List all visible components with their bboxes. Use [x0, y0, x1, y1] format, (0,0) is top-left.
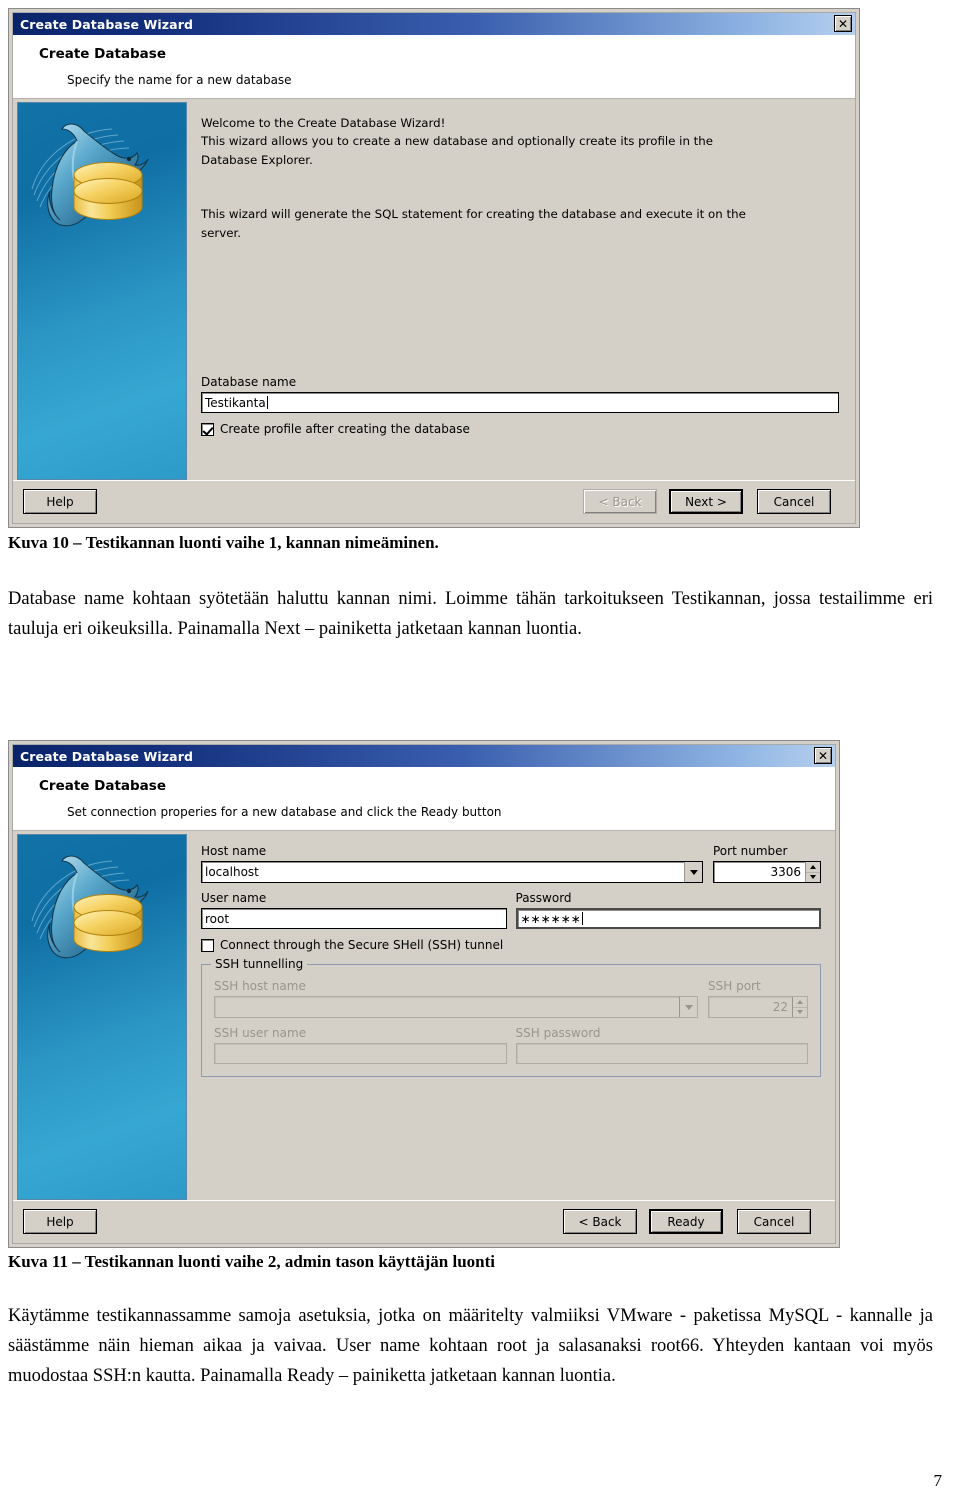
- welcome-message: Welcome to the Create Database Wizard! T…: [201, 116, 746, 240]
- dialog-inner-frame-2: Create Database Wizard ✕ Create Database…: [12, 744, 836, 1244]
- ssh-host-name-label: SSH host name: [214, 979, 306, 993]
- chevron-down-icon[interactable]: [684, 862, 702, 882]
- user-name-input[interactable]: root: [201, 908, 507, 929]
- create-database-wizard-dialog-step1[interactable]: Create Database Wizard ✕ Create Database…: [8, 8, 860, 528]
- cancel-button-label: Cancel: [773, 494, 815, 509]
- spinner-down-icon[interactable]: [806, 871, 820, 882]
- port-spinner-buttons[interactable]: [805, 862, 820, 882]
- wizard-footer-2: Help < Back Ready Cancel: [13, 1200, 835, 1243]
- database-name-value: Testikanta: [205, 395, 266, 410]
- dialog-inner-frame: Create Database Wizard ✕ Create Database…: [12, 12, 856, 524]
- ready-button[interactable]: Ready: [649, 1209, 723, 1234]
- page-title-2: Create Database: [39, 778, 166, 794]
- password-value: ∗∗∗∗∗∗: [520, 911, 581, 926]
- wizard-header: Create Database Specify the name for a n…: [13, 35, 855, 99]
- ssh-tunnelling-group: SSH tunnelling SSH host name SSH port 22…: [201, 957, 821, 1077]
- help-button-label-2: Help: [46, 1214, 74, 1229]
- ssh-user-name-input[interactable]: [214, 1043, 507, 1064]
- close-icon[interactable]: ✕: [834, 15, 852, 32]
- back-button-label: < Back: [598, 494, 642, 509]
- ssh-port-stepper[interactable]: 22: [708, 996, 808, 1018]
- wizard-content-2: Host name localhost Port number 3306 Use…: [187, 834, 831, 1200]
- wizard-footer: Help < Back Next > Cancel: [13, 480, 855, 523]
- ready-button-label: Ready: [667, 1214, 705, 1229]
- back-button-2[interactable]: < Back: [563, 1209, 637, 1234]
- host-name-value: localhost: [205, 865, 259, 879]
- user-name-label: User name: [201, 891, 267, 905]
- ssh-host-name-combobox[interactable]: [214, 996, 698, 1018]
- spinner-up-icon[interactable]: [806, 862, 820, 872]
- create-profile-checkbox-row[interactable]: Create profile after creating the databa…: [201, 422, 839, 436]
- figure2-paragraph: Käytämme testikannassamme samoja asetuks…: [8, 1306, 933, 1386]
- page-title: Create Database: [39, 46, 166, 62]
- figure2-caption: Kuva 11 – Testikannan luonti vaihe 2, ad…: [8, 1252, 495, 1271]
- wizard-content: Welcome to the Create Database Wizard! T…: [187, 102, 851, 480]
- ssh-tunnelling-group-title: SSH tunnelling: [211, 957, 308, 971]
- port-number-value: 3306: [770, 865, 801, 879]
- ssh-user-name-label: SSH user name: [214, 1026, 307, 1040]
- titlebar-2[interactable]: Create Database Wizard ✕: [13, 745, 835, 767]
- ssh-password-label: SSH password: [515, 1026, 601, 1040]
- help-button[interactable]: Help: [23, 489, 97, 514]
- cancel-button-label-2: Cancel: [753, 1214, 795, 1229]
- page-number: 7: [933, 1471, 943, 1490]
- window-title: Create Database Wizard: [20, 16, 194, 32]
- ssh-spinner-down-icon[interactable]: [793, 1006, 807, 1017]
- database-name-label: Database name: [201, 375, 297, 389]
- ssh-tunnel-checkbox[interactable]: [201, 938, 214, 952]
- host-name-combobox[interactable]: localhost: [201, 861, 703, 883]
- page-subtitle: Specify the name for a new database: [67, 73, 292, 87]
- help-button-2[interactable]: Help: [23, 1209, 97, 1234]
- port-number-stepper[interactable]: 3306: [713, 861, 821, 883]
- create-profile-label: Create profile after creating the databa…: [220, 422, 470, 436]
- wizard-body-2: Host name localhost Port number 3306 Use…: [13, 831, 835, 1200]
- close-icon-2[interactable]: ✕: [814, 747, 832, 764]
- wizard-sidebar-artwork-2: [17, 834, 187, 1200]
- host-name-label: Host name: [201, 844, 267, 858]
- cancel-button[interactable]: Cancel: [757, 489, 831, 514]
- wizard-header-2: Create Database Set connection properies…: [13, 767, 835, 831]
- database-name-input[interactable]: Testikanta: [201, 392, 839, 413]
- help-button-label: Help: [46, 494, 74, 509]
- text-caret: [266, 396, 268, 409]
- create-database-wizard-dialog-step2[interactable]: Create Database Wizard ✕ Create Database…: [8, 740, 840, 1248]
- chevron-down-icon-ssh[interactable]: [679, 997, 697, 1017]
- ssh-port-value: 22: [772, 1000, 788, 1014]
- wizard-sidebar-artwork: [17, 102, 187, 480]
- next-button-label: Next >: [685, 494, 727, 509]
- mysql-dolphin-database-icon: [31, 123, 149, 227]
- window-title-2: Create Database Wizard: [20, 748, 194, 764]
- ssh-spinner-up-icon[interactable]: [793, 997, 807, 1007]
- ssh-host-name-value: [215, 997, 679, 1017]
- next-button[interactable]: Next >: [669, 489, 743, 514]
- figure1-caption: Kuva 10 – Testikannan luonti vaihe 1, ka…: [8, 533, 439, 552]
- page-subtitle-2: Set connection properies for a new datab…: [67, 805, 502, 819]
- ssh-port-spinner-buttons[interactable]: [792, 997, 807, 1017]
- ssh-password-input[interactable]: [515, 1043, 808, 1064]
- back-button[interactable]: < Back: [583, 489, 657, 514]
- password-input[interactable]: ∗∗∗∗∗∗: [515, 908, 821, 929]
- password-caret: [581, 912, 583, 925]
- create-profile-checkbox[interactable]: [201, 422, 214, 436]
- ssh-tunnel-label: Connect through the Secure SHell (SSH) t…: [220, 938, 504, 952]
- titlebar[interactable]: Create Database Wizard ✕: [13, 13, 855, 35]
- password-label: Password: [515, 891, 572, 905]
- ssh-tunnel-checkbox-row[interactable]: Connect through the Secure SHell (SSH) t…: [201, 938, 821, 952]
- figure1-paragraph: Database name kohtaan syötetään haluttu …: [8, 589, 933, 639]
- cancel-button-2[interactable]: Cancel: [737, 1209, 811, 1234]
- mysql-dolphin-database-icon-2: [31, 855, 149, 959]
- back-button-label-2: < Back: [578, 1214, 622, 1229]
- port-number-label: Port number: [713, 844, 788, 858]
- user-name-value: root: [205, 911, 230, 926]
- wizard-body: Welcome to the Create Database Wizard! T…: [13, 99, 855, 480]
- ssh-port-label: SSH port: [708, 979, 761, 993]
